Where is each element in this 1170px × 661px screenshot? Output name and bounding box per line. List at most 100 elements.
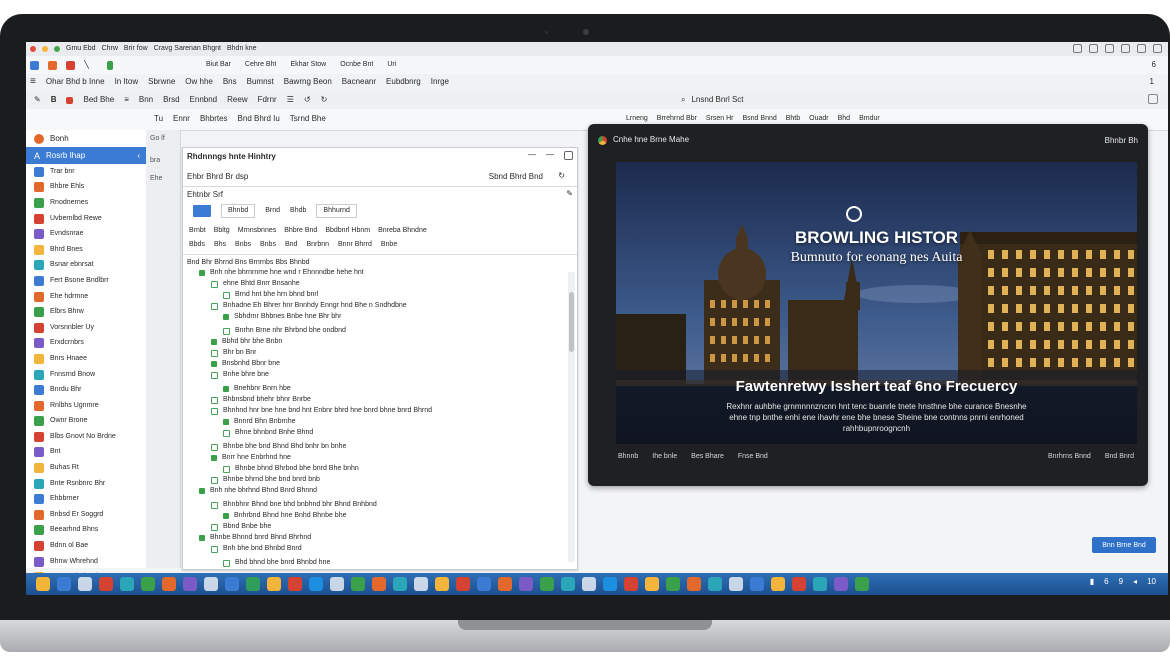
window-icon[interactable]	[1105, 44, 1114, 53]
toolbar-item-2[interactable]: Brsd	[163, 95, 179, 105]
tree-row[interactable]: Bhd bhnd bhe bnrd Bhnbd hne	[223, 558, 330, 568]
tree-row[interactable]: Bnhrbnd Bhnd hne Bnhd Bhnbe bhe	[223, 511, 347, 521]
tree-row[interactable]: Sbhdrnr Bhbnes Bnbe hne Bhr bhr	[223, 312, 341, 322]
doc-button-r1-4[interactable]: Bbdbnrl Hbnm	[325, 226, 370, 236]
align-icon[interactable]: ≡	[124, 95, 129, 105]
arrow-icon[interactable]: ↻	[321, 95, 328, 105]
taskbar-app-icon[interactable]	[708, 577, 722, 591]
taskbar-app-icon[interactable]	[582, 577, 596, 591]
title-tab-3[interactable]: Cravg Sarenan Bhgnt	[154, 44, 221, 54]
tab-3[interactable]: Ocnbe Bnt	[340, 60, 373, 70]
edit-icon[interactable]: ✎	[566, 189, 573, 199]
toolbar2-item-3[interactable]: Bnd Bhrd Iu	[238, 114, 280, 124]
tree-row[interactable]: Bnhe bhre bne	[211, 370, 269, 380]
sidebar-item-active[interactable]: A Rosrb Ihap ‹	[26, 147, 146, 164]
taskbar-app-icon[interactable]	[834, 577, 848, 591]
maximize-icon[interactable]	[54, 46, 60, 52]
taskbar-app-icon[interactable]	[414, 577, 428, 591]
menu-item-4[interactable]: Bumnst	[247, 77, 274, 87]
minimize-icon[interactable]: —	[546, 150, 554, 160]
tree-row[interactable]: Bnh nhe bhrhnd Bhnd Bnrd Bhnnd	[199, 486, 317, 496]
tree-row[interactable]: Bbnd Bnbe bhe	[211, 522, 271, 532]
minimize-icon[interactable]	[42, 46, 48, 52]
taskbar-app-icon[interactable]	[519, 577, 533, 591]
close-icon[interactable]	[30, 46, 36, 52]
tree-row[interactable]: Bhnbe bhrnd bhe bnd bnrd bnb	[211, 475, 320, 485]
minimize-icon[interactable]: —	[528, 150, 536, 160]
tree-row[interactable]: Bhr bn Bnr	[211, 348, 256, 358]
sidebar-item[interactable]: Ehbbrner	[26, 491, 146, 507]
sidebar-item[interactable]: Bnrs Hnaee	[26, 351, 146, 367]
toolbar2-tab-3[interactable]: Bsnd Bnnd	[743, 114, 777, 124]
doc-tab-1[interactable]: Brnd	[265, 206, 280, 216]
menu-item-1[interactable]: Sbrwne	[148, 77, 175, 87]
taskbar-app-icon[interactable]	[540, 577, 554, 591]
expand-icon[interactable]	[1148, 94, 1158, 104]
taskbar-app-icon[interactable]	[225, 577, 239, 591]
preview-footer-right-1[interactable]: Bnd Bnrd	[1105, 452, 1134, 462]
toolbar2-item-0[interactable]: Tu	[154, 114, 163, 124]
volume-icon[interactable]: ◂	[1133, 577, 1137, 587]
tree-row[interactable]: Bhnhnd hnr bne hne bnd hnt Enbnr bhrd hn…	[211, 406, 432, 416]
toolbar2-item-4[interactable]: Tsrnd Bhe	[290, 114, 326, 124]
reload-icon[interactable]	[66, 60, 75, 70]
taskbar-app-icon[interactable]	[309, 577, 323, 591]
sidebar-item[interactable]: Bnt	[26, 445, 146, 461]
taskbar-app-icon[interactable]	[99, 577, 113, 591]
sidebar-item[interactable]: Fert Bsone Bndlbrr	[26, 273, 146, 289]
color-icon[interactable]	[66, 96, 74, 104]
tree-row[interactable]: Bhnbe bhnd Bhrbnd bhe bnrd Bhe bnhn	[223, 464, 359, 474]
breadcrumb[interactable]: Bnd Bhr Bhrnd Bns Brnrnbs Bbs Bhnbd	[187, 258, 310, 268]
doc-button-r1-2[interactable]: Mrnnsbnnes	[238, 226, 277, 236]
doc-tab-3[interactable]: Bhhurnd	[316, 204, 357, 218]
primary-action-button[interactable]: Bnn Brne Bnd	[1092, 537, 1156, 553]
taskbar-app-icon[interactable]	[624, 577, 638, 591]
taskbar-app-icon[interactable]	[246, 577, 260, 591]
taskbar-app-icon[interactable]	[687, 577, 701, 591]
taskbar-app-icon[interactable]	[162, 577, 176, 591]
sidebar-item[interactable]: Erxdcrnbrs	[26, 336, 146, 352]
sidebar-item[interactable]: Blbs Gnovt No Brdne	[26, 429, 146, 445]
taskbar-app-icon[interactable]	[792, 577, 806, 591]
tree-row[interactable]: Bbhd bhr bhe Bnbn	[211, 337, 282, 347]
list-icon[interactable]: ☰	[287, 95, 294, 105]
taskbar-app-icon[interactable]	[78, 577, 92, 591]
sidebar-item[interactable]: Bhnw Whrehnd	[26, 554, 146, 570]
taskbar-app-icon[interactable]	[36, 577, 50, 591]
tree-row[interactable]: Bnhadne Eh Bhrer hnr Bnnhdy Enngr hnd Bh…	[211, 301, 407, 311]
toolbar2-tab-0[interactable]: Lrneng	[626, 114, 648, 124]
arrow-icon[interactable]: ╲	[84, 60, 98, 70]
doc-button-r2-7[interactable]: Bnbe	[381, 240, 397, 250]
tree-row[interactable]: Bhne bhnbnd Bnhe Bhnd	[223, 428, 313, 438]
tree-row[interactable]: Bnehbnr Bnrn hbe	[223, 384, 291, 394]
network-icon[interactable]: ▮	[1090, 577, 1094, 587]
sidebar-item[interactable]: Fnnsrnd Bnow	[26, 367, 146, 383]
menu-item-8[interactable]: Inrge	[431, 77, 449, 87]
tab-1[interactable]: Cehre Bht	[245, 60, 277, 70]
taskbar-app-icon[interactable]	[729, 577, 743, 591]
menu-icon[interactable]: ≡	[30, 77, 36, 87]
home-icon[interactable]	[107, 60, 113, 70]
taskbar-app-icon[interactable]	[456, 577, 470, 591]
title-tab-4[interactable]: Bhdn kne	[227, 44, 257, 54]
menu-item-3[interactable]: Bns	[223, 77, 237, 87]
sidebar-item[interactable]: Beearhnd Bhns	[26, 523, 146, 539]
sidebar-item[interactable]: Trar bnr	[26, 164, 146, 180]
menu-item-6[interactable]: Bacneanr	[342, 77, 376, 87]
tree-row[interactable]: Bhnbhnr Bhnd bne bhd bnbhnd bhr Bhnd Bnh…	[211, 500, 377, 510]
doc-button-r1-3[interactable]: Bhbre Bnd	[284, 226, 317, 236]
doc-button-r1-0[interactable]: Brnbt	[189, 226, 206, 236]
doc-tab-0[interactable]: Bhnbd	[221, 204, 256, 218]
preview-footer-1[interactable]: Ihe bnle	[652, 452, 677, 462]
preview-footer-right-0[interactable]: Bnrhrns Bnnd	[1048, 452, 1091, 462]
toolbar-item-5[interactable]: Fdrnr	[258, 95, 277, 105]
tree-row[interactable]: Bnnrd Bhn Bnbrnhe	[223, 417, 296, 427]
toolbar2-tab-7[interactable]: Bmdur	[859, 114, 880, 124]
tree-row[interactable]: Bnsbnhd Bbnr bne	[211, 359, 280, 369]
window-icon[interactable]	[1073, 44, 1082, 53]
tree-row[interactable]: Bhnbe Bhnnd bnrd Bhnd Bhrhnd	[199, 533, 311, 543]
taskbar-app-icon[interactable]	[645, 577, 659, 591]
taskbar-app-icon[interactable]	[477, 577, 491, 591]
sidebar-header[interactable]: Bonh	[26, 130, 146, 147]
sidebar-item[interactable]: Bnbsd Er Soggrd	[26, 507, 146, 523]
